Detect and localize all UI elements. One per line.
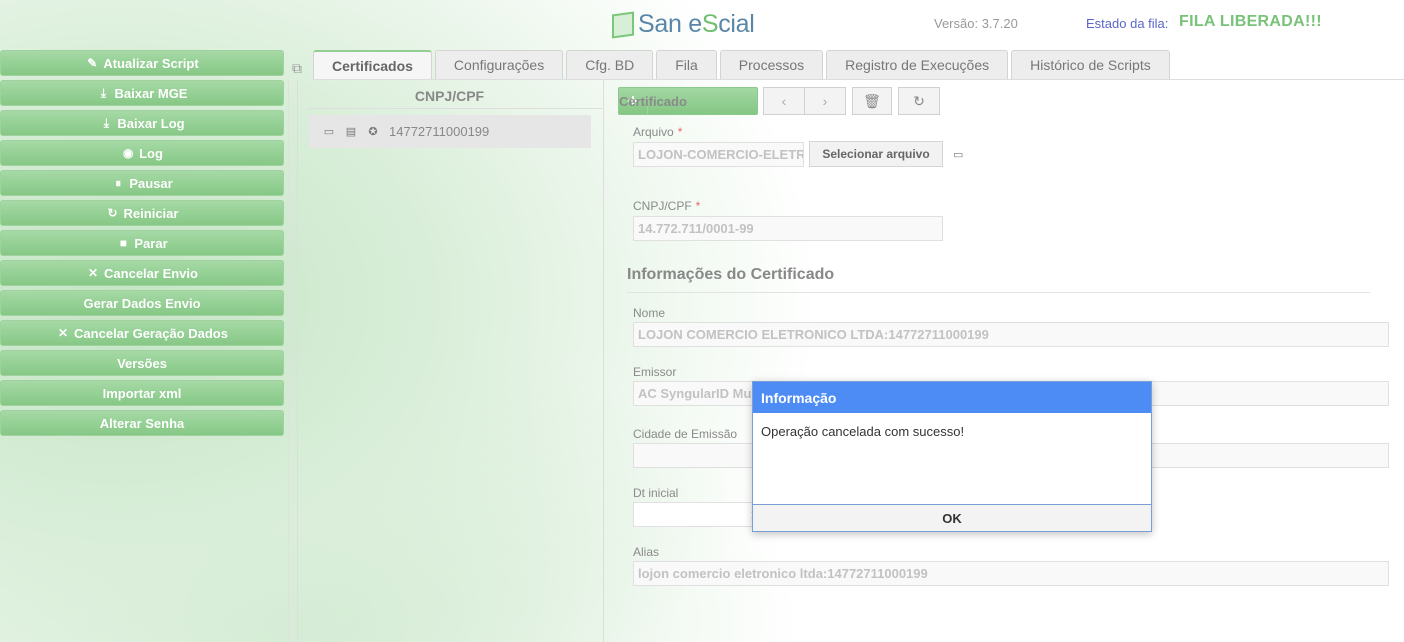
- collapse-panel-icon[interactable]: ⧉: [292, 60, 306, 76]
- sidebar-button-label: Pausar: [129, 175, 173, 191]
- sidebar-button-label: Baixar Log: [117, 115, 185, 131]
- info-dialog: Informação Operação cancelada com sucess…: [752, 381, 1152, 532]
- list-header: CNPJ/CPF: [414, 88, 485, 104]
- add-certificate-button[interactable]: + Certificado: [618, 87, 758, 115]
- dt-inicial-field[interactable]: 1: [633, 502, 763, 527]
- refresh-icon: ↻: [913, 92, 925, 109]
- sidebar-button-label: Cancelar Envio: [104, 265, 198, 281]
- queue-state-label: Estado da fila:: [1086, 16, 1169, 31]
- emissor-label: Emissor: [633, 365, 677, 379]
- app-logo: San eScial: [612, 10, 755, 39]
- sidebar-button-0[interactable]: ✎ Atualizar Script: [0, 50, 284, 76]
- tab-2[interactable]: Cfg. BD: [566, 50, 654, 79]
- add-certificate-label: Certificado: [619, 93, 687, 109]
- section-divider: [627, 292, 1370, 293]
- ok-button[interactable]: OK: [753, 504, 1151, 531]
- chevron-left-icon: ‹: [781, 93, 787, 109]
- sidebar-button-label: Alterar Senha: [99, 415, 185, 431]
- inbox-icon[interactable]: ▭: [323, 125, 335, 138]
- alias-label: Alias: [633, 545, 660, 559]
- sidebar-button-12[interactable]: Alterar Senha: [0, 410, 284, 436]
- list-header-divider: [308, 108, 602, 109]
- cidade-label: Cidade de Emissão: [633, 427, 738, 441]
- nome-label: Nome: [633, 306, 666, 320]
- download-icon: ⤓: [100, 85, 107, 100]
- cnpj-list-panel: [297, 80, 604, 642]
- close-icon: ✕: [58, 326, 69, 340]
- trash-icon: 🗑: [863, 92, 881, 109]
- tab-4[interactable]: Processos: [719, 50, 824, 79]
- refresh-button[interactable]: ↻: [898, 87, 940, 115]
- tab-bar: Certificados Configurações Cfg. BD Fila Proc…: [313, 50, 1170, 79]
- badge-icon[interactable]: ✪: [367, 125, 379, 138]
- chevron-right-icon: ›: [822, 93, 828, 109]
- certificate-icon[interactable]: ▤: [345, 125, 357, 138]
- queue-state-value: FILA LIBERADA!!!: [1179, 13, 1322, 30]
- tab-1[interactable]: Configurações: [434, 50, 564, 79]
- logo-icon: [612, 10, 634, 39]
- cnpj-field[interactable]: 14.772.711/0001-99: [633, 216, 943, 241]
- next-button[interactable]: ›: [804, 87, 846, 115]
- sidebar-button-label: Baixar MGE: [114, 85, 188, 101]
- sidebar-button-10[interactable]: Versões: [0, 350, 284, 376]
- select-file-button[interactable]: Selecionar arquivo: [809, 141, 943, 167]
- stop-icon: ■: [119, 236, 127, 250]
- close-icon: ✕: [88, 266, 99, 280]
- logo-text: San eScial: [638, 10, 755, 38]
- pencil-icon: ✎: [87, 56, 98, 70]
- list-item[interactable]: ▭ ▤ ✪ 14772711000199: [309, 115, 591, 148]
- sidebar-button-5[interactable]: ↻ Reiniciar: [0, 200, 284, 226]
- sidebar-button-1[interactable]: ⤓ Baixar MGE: [0, 80, 284, 106]
- inbox-icon[interactable]: ▭: [953, 148, 963, 161]
- version-label: Versão: 3.7.20: [934, 16, 1018, 31]
- sidebar-button-4[interactable]: ⏸ Pausar: [0, 170, 284, 196]
- nome-field[interactable]: LOJON COMERCIO ELETRONICO LTDA:147727110…: [633, 322, 1389, 347]
- previous-button[interactable]: ‹: [763, 87, 805, 115]
- delete-button[interactable]: 🗑: [852, 87, 892, 115]
- sidebar-button-label: Importar xml: [102, 385, 182, 401]
- dialog-message: Operação cancelada com sucesso!: [761, 424, 965, 439]
- sidebar-button-2[interactable]: ⤓ Baixar Log: [0, 110, 284, 136]
- certificate-info-title: Informações do Certificado: [627, 266, 835, 283]
- sidebar-button-9[interactable]: ✕ Cancelar Geração Dados: [0, 320, 284, 346]
- panel-divider: [288, 80, 289, 642]
- sidebar-button-7[interactable]: ✕ Cancelar Envio: [0, 260, 284, 286]
- refresh-icon: ↻: [107, 206, 118, 220]
- sidebar-button-label: Log: [139, 145, 163, 161]
- pause-icon: ⏸: [115, 175, 122, 190]
- sidebar-button-label: Atualizar Script: [103, 55, 199, 71]
- tab-0[interactable]: Certificados: [313, 50, 432, 79]
- tab-5[interactable]: Registro de Execuções: [826, 50, 1009, 79]
- sidebar-button-label: Parar: [134, 235, 168, 251]
- sidebar-button-label: Versões: [117, 355, 167, 371]
- list-item-cnpj: 14772711000199: [389, 124, 490, 139]
- dialog-title: Informação: [753, 382, 1151, 413]
- alias-field[interactable]: lojon comercio eletronico ltda:147727110…: [633, 561, 1389, 586]
- sidebar-button-label: Cancelar Geração Dados: [74, 325, 228, 341]
- sidebar-button-11[interactable]: Importar xml: [0, 380, 284, 406]
- sidebar-button-8[interactable]: Gerar Dados Envio: [0, 290, 284, 316]
- arquivo-field[interactable]: LOJON-COMERCIO-ELETR: [633, 142, 804, 167]
- arquivo-label: Arquivo *: [633, 125, 683, 139]
- sidebar-button-label: Reiniciar: [123, 205, 179, 221]
- sidebar-button-6[interactable]: ■ Parar: [0, 230, 284, 256]
- tab-6[interactable]: Histórico de Scripts: [1011, 50, 1170, 79]
- tab-3[interactable]: Fila: [656, 50, 717, 79]
- dt-inicial-label: Dt inicial: [633, 486, 679, 500]
- download-icon: ⤓: [103, 115, 110, 130]
- sidebar-button-label: Gerar Dados Envio: [83, 295, 201, 311]
- sidebar-button-3[interactable]: ◉ Log: [0, 140, 284, 166]
- sidebar: ✎ Atualizar Script ⤓ Baixar MGE ⤓ Baixar Log ◉…: [0, 50, 284, 440]
- cnpj-label: CNPJ/CPF *: [633, 199, 701, 213]
- eye-icon: ◉: [122, 146, 134, 160]
